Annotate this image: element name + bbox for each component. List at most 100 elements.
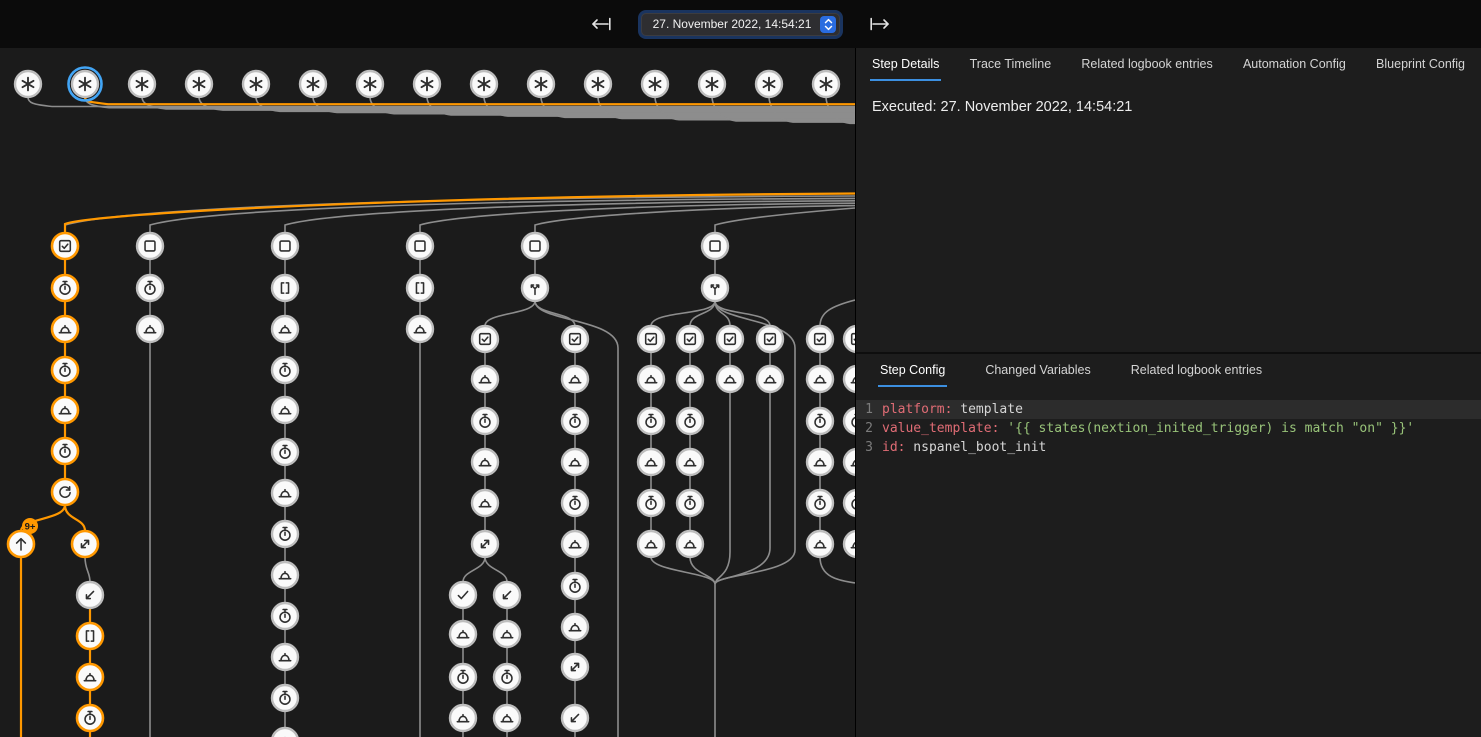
- graph-node-condition[interactable]: [807, 326, 833, 352]
- graph-node-condition[interactable]: [677, 326, 703, 352]
- graph-node-delay[interactable]: [562, 408, 588, 434]
- graph-node-brackets[interactable]: [77, 623, 103, 649]
- details-tab-trace-timeline[interactable]: Trace Timeline: [968, 48, 1054, 81]
- graph-node-service[interactable]: [272, 562, 298, 588]
- graph-node-delay[interactable]: [272, 603, 298, 629]
- graph-node-condition[interactable]: [472, 326, 498, 352]
- graph-node-service[interactable]: [450, 705, 476, 731]
- graph-node-brackets[interactable]: [272, 275, 298, 301]
- graph-node-trigger[interactable]: [585, 71, 611, 97]
- graph-node-service[interactable]: [807, 531, 833, 557]
- graph-node-trigger[interactable]: [69, 68, 102, 101]
- graph-node-square[interactable]: [272, 233, 298, 259]
- graph-node-service[interactable]: [677, 531, 703, 557]
- graph-node-service[interactable]: [272, 644, 298, 670]
- code-line-1[interactable]: 1platform: template: [856, 400, 1481, 419]
- graph-node-service[interactable]: [272, 316, 298, 342]
- code-line-2[interactable]: 2value_template: '{{ states(nextion_init…: [856, 419, 1481, 438]
- graph-node-delay[interactable]: [272, 357, 298, 383]
- graph-node-service[interactable]: [717, 366, 743, 392]
- graph-node-service[interactable]: [407, 316, 433, 342]
- config-tab-step-config[interactable]: Step Config: [878, 354, 947, 387]
- graph-node-service[interactable]: [472, 449, 498, 475]
- graph-node-branch[interactable]: [72, 531, 98, 557]
- graph-node-trigger[interactable]: [129, 71, 155, 97]
- graph-node-delay[interactable]: [52, 357, 78, 383]
- graph-node-service[interactable]: [272, 397, 298, 423]
- graph-node-square[interactable]: [702, 233, 728, 259]
- graph-node-condition[interactable]: [717, 326, 743, 352]
- graph-node-delay[interactable]: [137, 275, 163, 301]
- graph-node-condition[interactable]: [562, 326, 588, 352]
- graph-node-service[interactable]: [638, 449, 664, 475]
- graph-node-service[interactable]: [52, 316, 78, 342]
- next-trace-button[interactable]: [866, 13, 894, 35]
- graph-node-repeat[interactable]: [52, 479, 78, 505]
- graph-node-service[interactable]: [450, 621, 476, 647]
- graph-node-square[interactable]: [137, 233, 163, 259]
- graph-node-service[interactable]: [472, 490, 498, 516]
- graph-node-branch[interactable]: [472, 531, 498, 557]
- graph-node-arrow-down-left[interactable]: [562, 705, 588, 731]
- graph-node-condition[interactable]: [844, 326, 855, 352]
- graph-node-service[interactable]: [638, 531, 664, 557]
- graph-node-delay[interactable]: [77, 705, 103, 731]
- graph-node-condition[interactable]: [638, 326, 664, 352]
- graph-node-branch[interactable]: [562, 654, 588, 680]
- graph-node-brackets[interactable]: [407, 275, 433, 301]
- graph-node-trigger[interactable]: [642, 71, 668, 97]
- graph-node-delay[interactable]: [52, 275, 78, 301]
- config-tab-related-logbook-entries[interactable]: Related logbook entries: [1129, 354, 1264, 387]
- graph-node-condition[interactable]: [757, 326, 783, 352]
- graph-node-service[interactable]: [562, 531, 588, 557]
- graph-node-service[interactable]: [844, 531, 855, 557]
- graph-node-service[interactable]: [137, 316, 163, 342]
- graph-node-delay[interactable]: [450, 664, 476, 690]
- details-tab-related-logbook-entries[interactable]: Related logbook entries: [1079, 48, 1214, 81]
- graph-node-choose[interactable]: [702, 275, 728, 301]
- graph-node-trigger[interactable]: [471, 71, 497, 97]
- graph-node-trigger[interactable]: [756, 71, 782, 97]
- config-tab-changed-variables[interactable]: Changed Variables: [983, 354, 1092, 387]
- graph-node-trigger[interactable]: [813, 71, 839, 97]
- graph-node-trigger[interactable]: [300, 71, 326, 97]
- graph-node-service[interactable]: [757, 366, 783, 392]
- graph-node-delay[interactable]: [844, 408, 855, 434]
- graph-node-trigger[interactable]: [243, 71, 269, 97]
- graph-node-delay[interactable]: [52, 438, 78, 464]
- graph-node-arrow-down-left[interactable]: [77, 582, 103, 608]
- graph-node-delay[interactable]: [272, 521, 298, 547]
- graph-node-delay[interactable]: [677, 490, 703, 516]
- code-editor[interactable]: 1platform: template2value_template: '{{ …: [856, 400, 1481, 737]
- graph-node-delay[interactable]: [562, 573, 588, 599]
- graph-node-service[interactable]: [494, 705, 520, 731]
- graph-node-check[interactable]: [450, 582, 476, 608]
- trace-graph-area[interactable]: 9+: [0, 48, 855, 737]
- graph-node-delay[interactable]: [844, 490, 855, 516]
- details-tab-step-details[interactable]: Step Details: [870, 48, 941, 81]
- graph-node-delay[interactable]: [562, 490, 588, 516]
- graph-node-service[interactable]: [562, 614, 588, 640]
- graph-node-delay[interactable]: [272, 439, 298, 465]
- trace-select[interactable]: 27. November 2022, 14:54:21: [641, 13, 841, 36]
- graph-node-delay[interactable]: [807, 490, 833, 516]
- graph-node-square[interactable]: [407, 233, 433, 259]
- graph-node-trigger[interactable]: [186, 71, 212, 97]
- code-line-3[interactable]: 3id: nspanel_boot_init: [856, 438, 1481, 457]
- details-tab-blueprint-config[interactable]: Blueprint Config: [1374, 48, 1467, 81]
- graph-node-service[interactable]: [844, 366, 855, 392]
- graph-node-choose[interactable]: [522, 275, 548, 301]
- graph-node-trigger[interactable]: [414, 71, 440, 97]
- graph-node-service[interactable]: [677, 449, 703, 475]
- graph-node-trigger[interactable]: [699, 71, 725, 97]
- graph-node-delay[interactable]: [677, 408, 703, 434]
- details-tab-automation-config[interactable]: Automation Config: [1241, 48, 1348, 81]
- graph-node-trigger[interactable]: [357, 71, 383, 97]
- graph-node-trigger[interactable]: [15, 71, 41, 97]
- graph-node-service[interactable]: [272, 480, 298, 506]
- graph-node-condition[interactable]: [52, 233, 78, 259]
- graph-node-service[interactable]: [494, 621, 520, 647]
- graph-node-service[interactable]: [472, 366, 498, 392]
- graph-node-arrow-up[interactable]: [8, 531, 34, 557]
- graph-node-delay[interactable]: [472, 408, 498, 434]
